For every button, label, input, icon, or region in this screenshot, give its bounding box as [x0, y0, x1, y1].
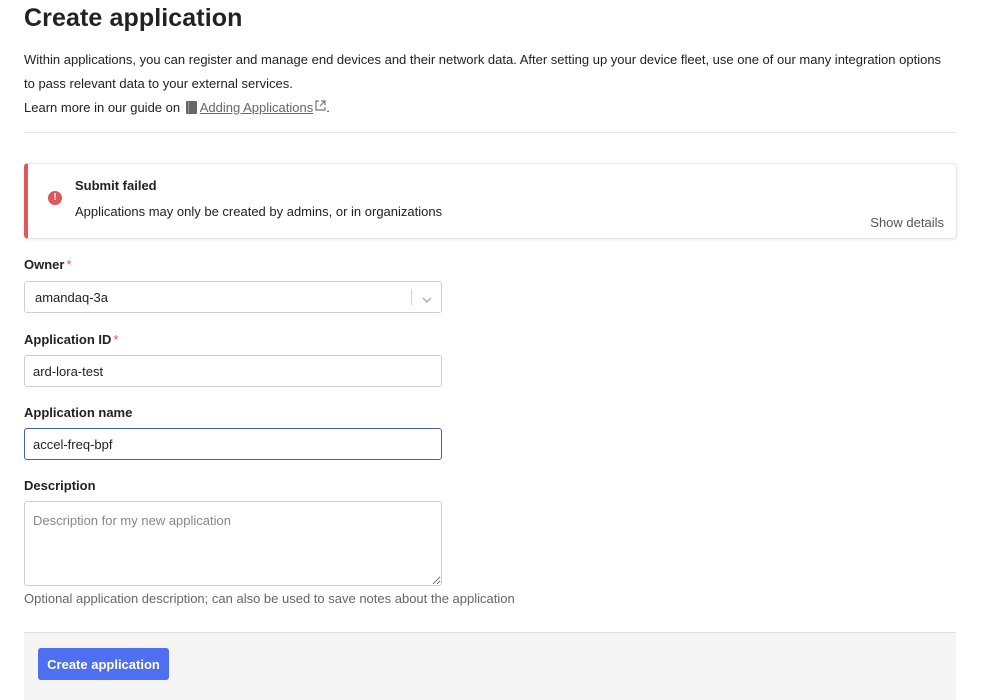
create-application-button[interactable]: Create application	[38, 648, 169, 680]
header-divider	[24, 132, 956, 133]
alert-message: Applications may only be created by admi…	[75, 204, 443, 219]
owner-select-value: amandaq-3a	[35, 290, 108, 305]
intro-line-1: Within applications, you can register an…	[24, 52, 942, 67]
description-label: Description	[24, 478, 96, 493]
book-icon	[185, 98, 197, 114]
page-title: Create application	[24, 4, 243, 32]
intro-line-2: to pass relevant data to your external s…	[24, 75, 293, 91]
chevron-down-icon[interactable]	[422, 292, 432, 303]
app-id-label: Application ID *	[24, 332, 118, 347]
owner-required-mark: *	[66, 257, 72, 272]
error-icon: !	[48, 191, 62, 205]
external-link-icon	[315, 95, 326, 111]
owner-label: Owner *	[24, 257, 72, 272]
owner-label-text: Owner	[24, 257, 65, 272]
owner-select[interactable]: amandaq-3a	[24, 281, 442, 313]
form-footer: Create application	[24, 632, 956, 700]
show-details-button[interactable]: Show details	[870, 215, 944, 230]
app-id-required-mark: *	[113, 332, 119, 347]
intro-text: Within applications, you can register an…	[24, 48, 956, 120]
guide-link[interactable]: Adding Applications	[200, 100, 313, 115]
error-alert: ! Submit failed Applications may only be…	[24, 163, 957, 239]
app-name-input[interactable]	[24, 428, 442, 460]
guide-suffix: .	[326, 100, 330, 115]
alert-title: Submit failed	[75, 178, 157, 193]
app-name-label: Application name	[24, 405, 133, 420]
app-id-label-text: Application ID	[24, 332, 112, 347]
app-id-input[interactable]	[24, 355, 442, 387]
select-separator	[411, 289, 412, 305]
guide-prefix: Learn more in our guide on	[24, 100, 181, 115]
description-hint: Optional application description; can al…	[24, 591, 515, 606]
description-textarea[interactable]	[24, 501, 442, 586]
